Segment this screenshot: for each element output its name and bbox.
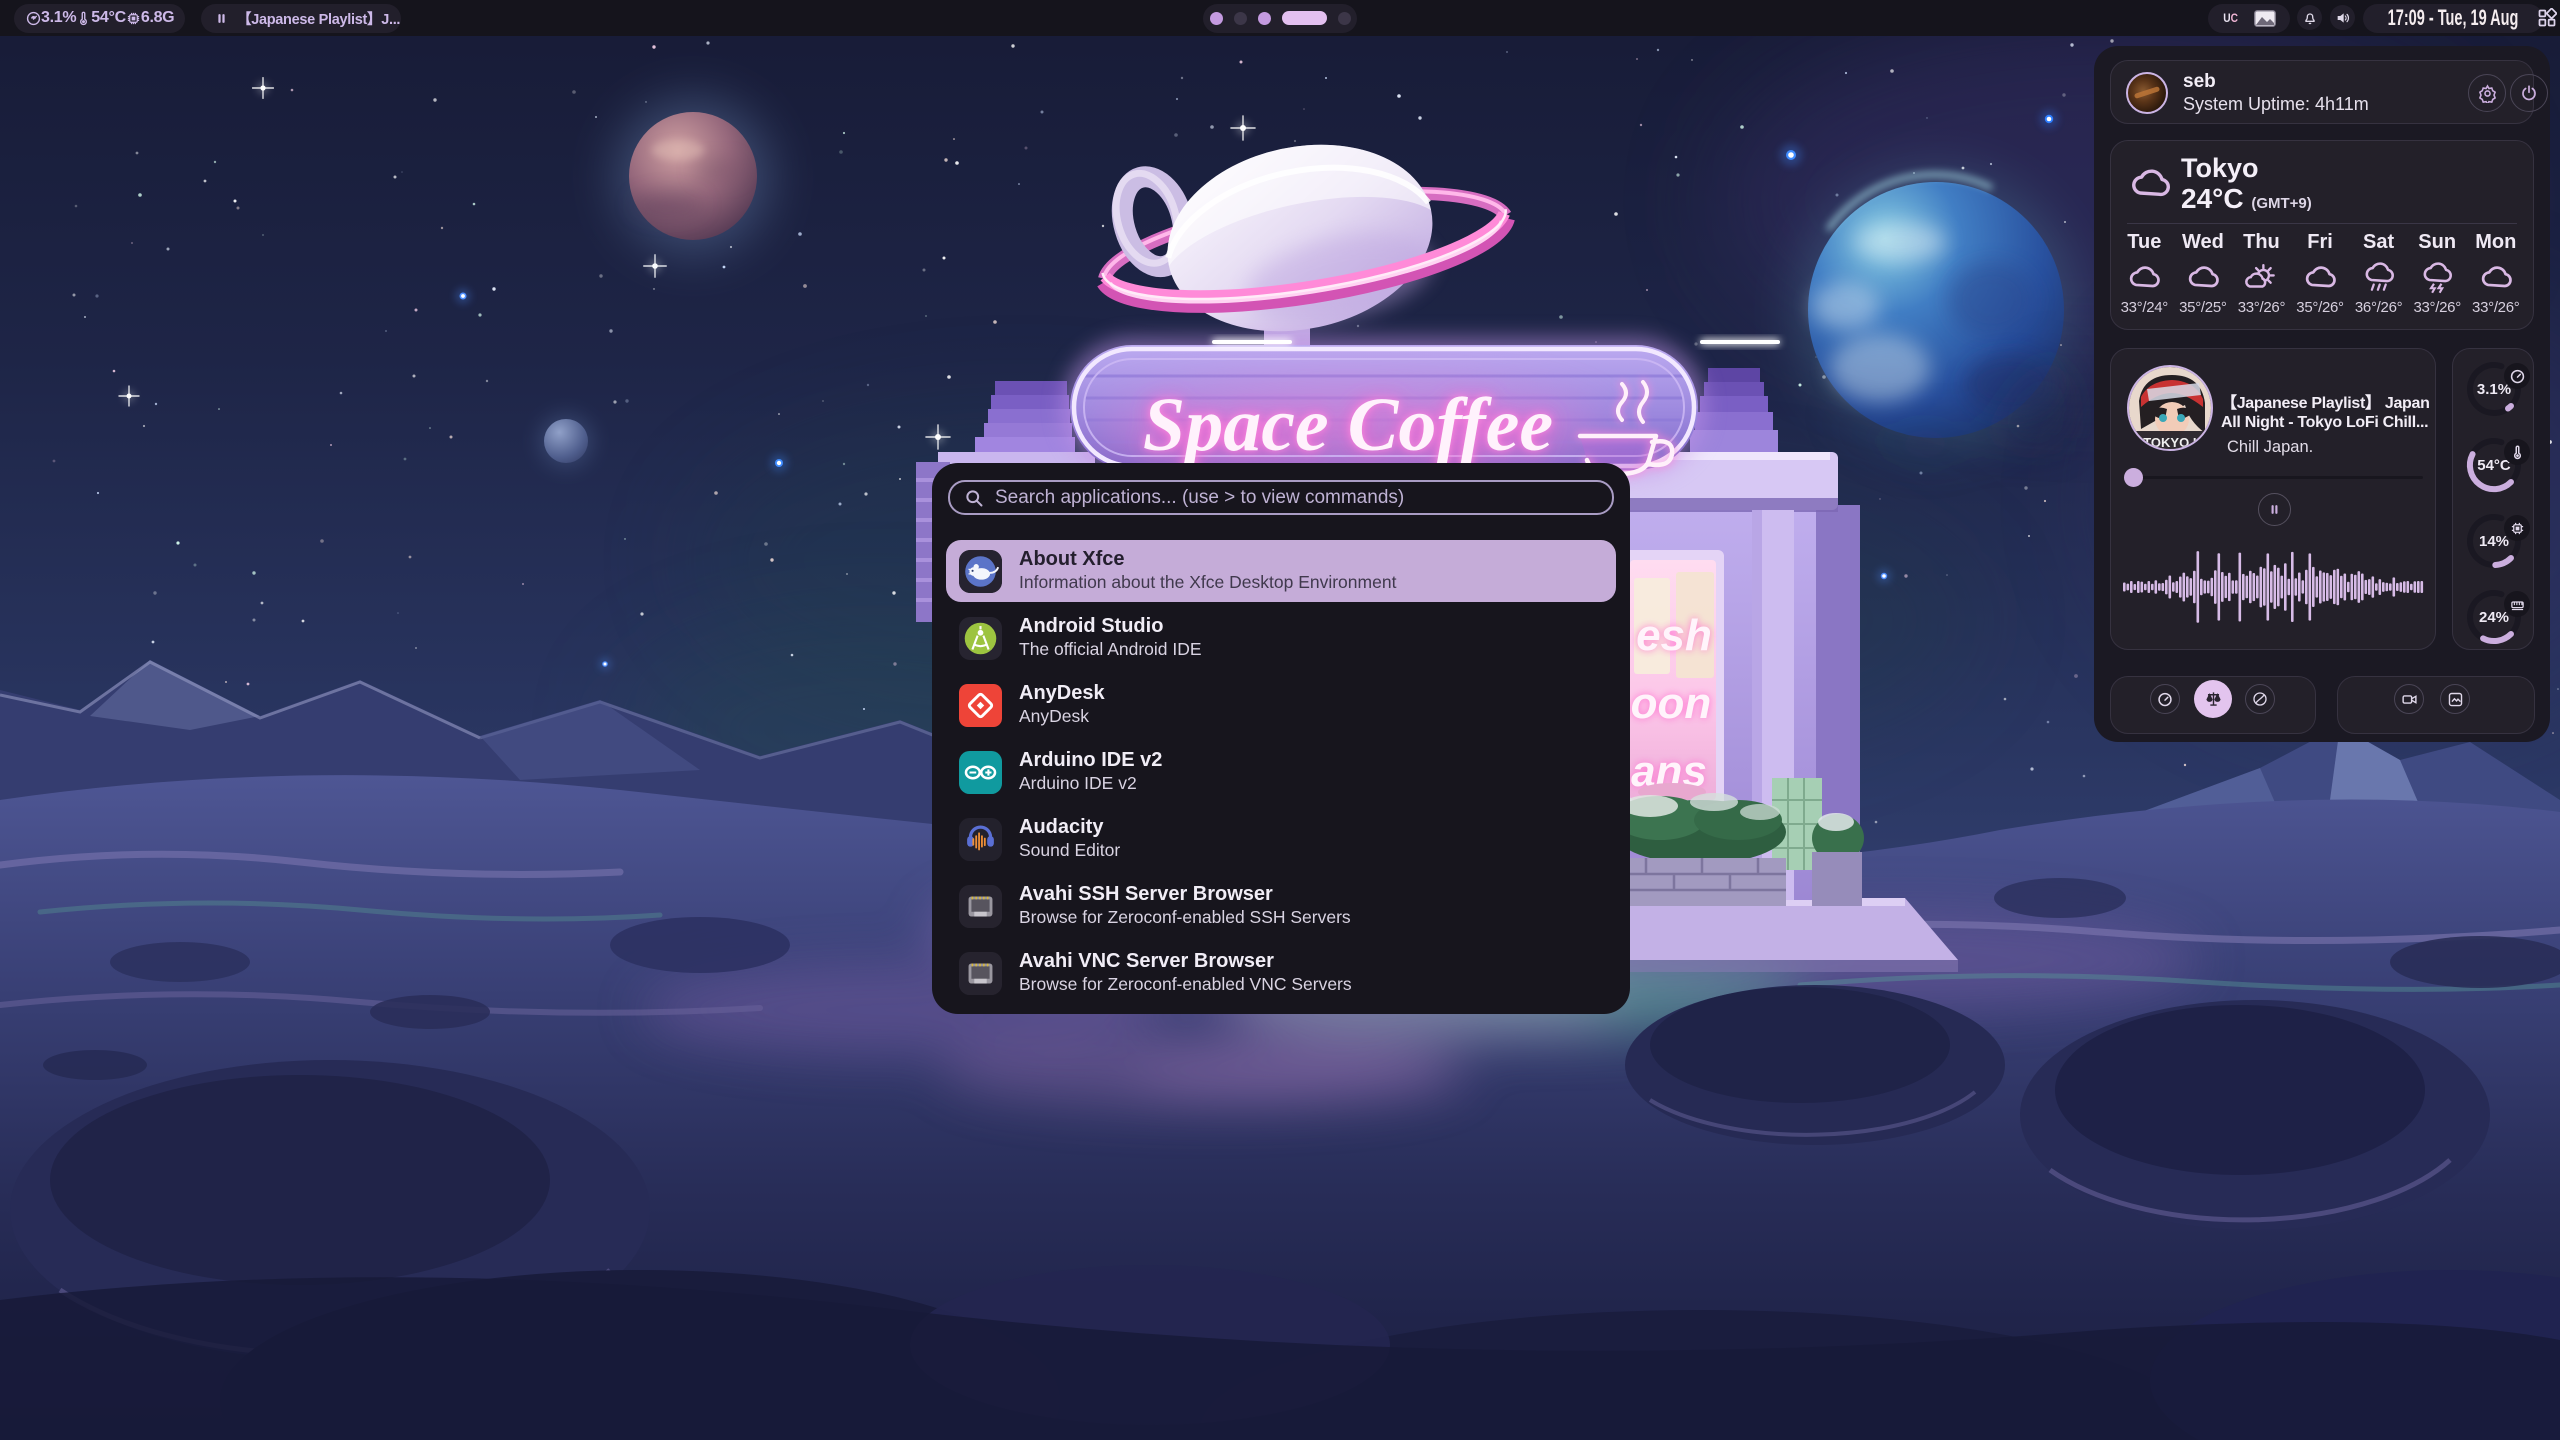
svg-text:esh: esh xyxy=(1636,611,1712,660)
svg-text:oon: oon xyxy=(1631,679,1712,728)
svg-text:TOKYO L: TOKYO L xyxy=(2143,435,2201,450)
svg-text:Space Coffee: Space Coffee xyxy=(1143,383,1553,467)
